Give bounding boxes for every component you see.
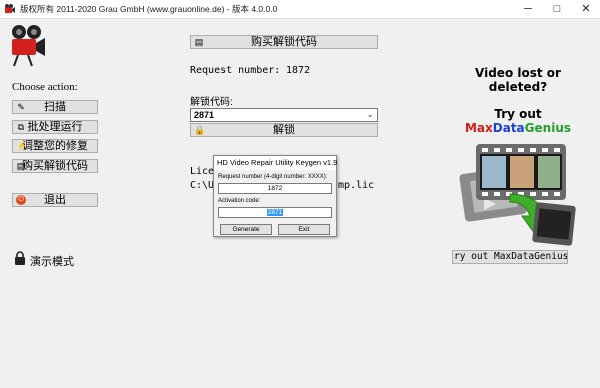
license-path-end: mp.lic (338, 180, 375, 191)
scan-button[interactable]: ✎ 扫描 (12, 100, 98, 114)
unlock-label: 解锁 (273, 124, 295, 136)
buy-unlock-label: 购买解锁代码 (251, 36, 317, 48)
unlock-code-label: 解锁代码: (190, 97, 233, 108)
choose-action-heading: Choose action: (12, 81, 78, 93)
brand-max: Max (464, 121, 493, 135)
unlock-icon: 🔒 (194, 125, 206, 135)
camera-logo-icon (12, 25, 45, 67)
keygen-activation-label: Activation code: (218, 198, 261, 204)
minimize-button[interactable]: ─ (514, 0, 542, 18)
try-maxdatagenius-button[interactable]: ry out MaxDataGenius.. (452, 250, 568, 264)
brand-logo: MaxDataGenius (446, 121, 590, 135)
try-maxdatagenius-label: ry out MaxDataGenius.. (454, 251, 568, 262)
adjust-label: 调整您的修复 (22, 140, 88, 152)
buy-label: 购买解锁代码 (22, 160, 88, 172)
keygen-title-bar: HD Video Repair Utility Keygen v1.9 (214, 156, 338, 170)
brand-genius: Genius (524, 121, 572, 135)
keygen-title: HD Video Repair Utility Keygen v1.9 (217, 158, 338, 167)
scan-label: 扫描 (44, 101, 66, 113)
video-recovery-icon (459, 144, 576, 246)
batch-label: 批处理运行 (27, 121, 83, 133)
unlock-code-combobox[interactable]: 2871 ⌄ (190, 108, 378, 122)
chevron-down-icon[interactable]: ⌄ (366, 109, 374, 120)
exit-button[interactable]: ⏻ 退出 (12, 193, 98, 207)
license-label: Lice (190, 166, 215, 177)
promo-line1: Video lost or (475, 66, 561, 80)
keygen-activation-input[interactable]: 2871 (218, 207, 332, 218)
request-number-value: 1872 (286, 65, 311, 76)
promo-line2: deleted? (488, 80, 548, 94)
scan-icon: ✎ (17, 102, 25, 112)
unlock-button[interactable]: 🔒 解锁 (190, 123, 378, 137)
buy-icon: ▤ (16, 161, 26, 171)
buy-unlock-code-sidebar-button[interactable]: ▤ 购买解锁代码 (12, 159, 98, 173)
keygen-exit-button[interactable]: Exit (278, 224, 330, 235)
keygen-window: HD Video Repair Utility Keygen v1.9 Requ… (213, 155, 337, 237)
license-path-start: C:\U (190, 180, 215, 191)
unlock-code-value: 2871 (194, 110, 215, 120)
request-number-label: Request number: (190, 65, 281, 76)
app-icon (5, 4, 15, 13)
keygen-activation-value: 2871 (266, 209, 284, 216)
exit-label: 退出 (44, 194, 66, 206)
close-button[interactable]: ✕ (572, 0, 600, 18)
title-bar: 版权所有 2011-2020 Grau GmbH (www.grauonline… (0, 0, 600, 19)
lock-icon (15, 251, 25, 265)
batch-run-button[interactable]: ⧉ 批处理运行 (12, 120, 98, 134)
window-title: 版权所有 2011-2020 Grau GmbH (www.grauonline… (20, 4, 278, 14)
maximize-button[interactable]: □ (543, 0, 571, 18)
promo-line3: Try out (494, 107, 542, 121)
sidebar: Choose action: ✎ 扫描 ⧉ 批处理运行 ⚡ 调整您的修复 ▤ 购… (0, 19, 116, 388)
keygen-request-input[interactable]: 1872 (218, 183, 332, 194)
buy-icon: ▤ (194, 37, 204, 47)
keygen-request-label: Request number (4-digit number: XXXX): (218, 174, 328, 180)
keygen-generate-button[interactable]: Generate (220, 224, 272, 235)
brand-data: Data (492, 121, 525, 135)
power-icon: ⏻ (16, 195, 26, 205)
batch-icon: ⧉ (17, 122, 25, 132)
buy-unlock-code-button[interactable]: ▤ 购买解锁代码 (190, 35, 378, 49)
adjust-icon: ⚡ (16, 141, 28, 151)
adjust-repair-button[interactable]: ⚡ 调整您的修复 (12, 139, 98, 153)
demo-mode-label: 演示模式 (30, 256, 74, 268)
